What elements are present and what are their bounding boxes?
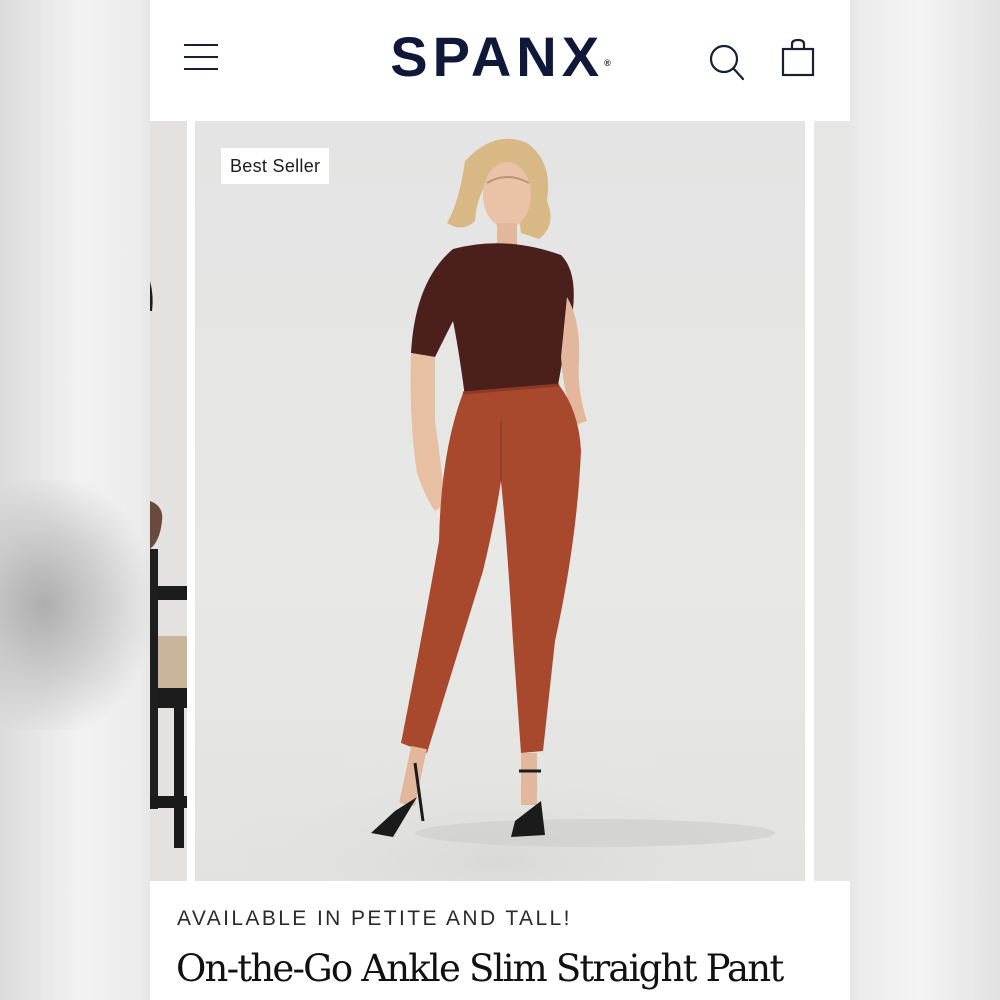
product-image-carousel[interactable]: Best Seller: [150, 118, 850, 883]
registered-mark: ®: [604, 58, 611, 68]
product-info: AVAILABLE IN PETITE AND TALL! On-the-Go …: [150, 883, 850, 1000]
main-product-image[interactable]: Best Seller: [195, 121, 805, 881]
next-slide[interactable]: [814, 121, 850, 881]
brand-name: SPANX: [390, 25, 605, 88]
hamburger-menu-icon[interactable]: [184, 42, 218, 72]
previous-slide[interactable]: [150, 121, 187, 881]
shopping-bag-icon[interactable]: [780, 38, 816, 78]
product-tagline: AVAILABLE IN PETITE AND TALL!: [177, 907, 572, 930]
previous-slide-image: [150, 121, 187, 881]
best-seller-badge: Best Seller: [221, 148, 330, 184]
background-blur: [0, 480, 150, 730]
mobile-screen: SPANX® Best Seller AVAILABLE IN PETITE A…: [150, 0, 850, 1000]
search-icon[interactable]: [708, 42, 746, 82]
brand-logo[interactable]: SPANX®: [363, 26, 638, 88]
site-header: SPANX®: [150, 0, 850, 118]
product-title: On-the-Go Ankle Slim Straight Pant: [176, 947, 784, 990]
model-photo: [195, 138, 805, 881]
